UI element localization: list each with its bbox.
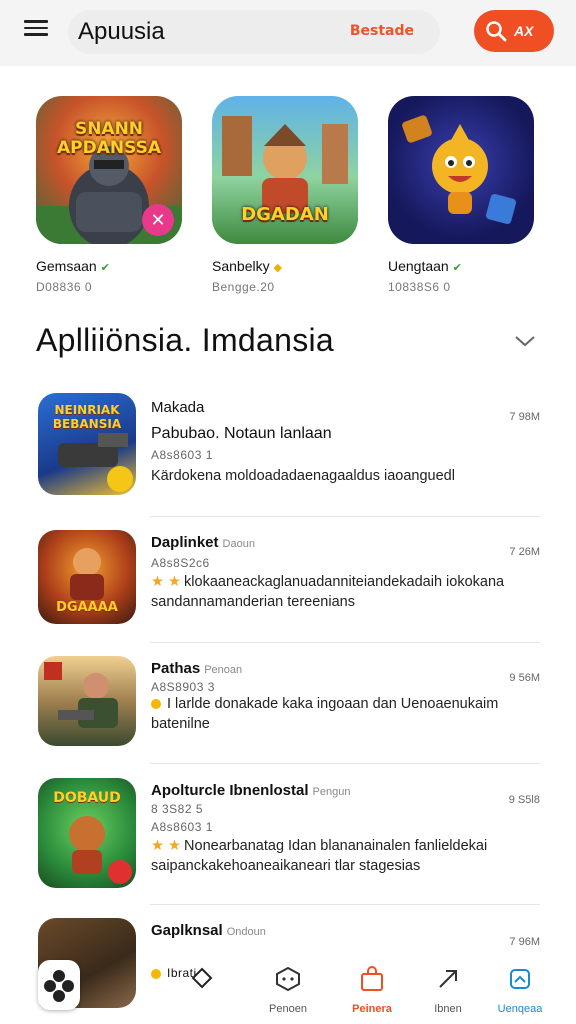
- search-input[interactable]: [78, 18, 338, 46]
- search-bar[interactable]: Bestade: [68, 10, 440, 54]
- app-icon-image: [388, 96, 534, 244]
- nav-item-penoen[interactable]: Penoen: [252, 966, 324, 1015]
- app-meta: A8S8903 3: [151, 680, 215, 694]
- nav-item-ibnen[interactable]: Ibnen: [412, 966, 484, 1015]
- search-icon: [486, 21, 507, 42]
- app-name: Sanbelky ◆: [212, 258, 282, 274]
- app-size: 7 98M: [509, 411, 540, 423]
- app-title: Makada: [151, 399, 205, 416]
- nav-label: Ibnen: [434, 1003, 462, 1015]
- app-description: ★ ★ klokaaneackaglanuadanniteiandekadaih …: [151, 574, 505, 610]
- app-meta: A8s8603 1: [151, 820, 213, 834]
- app-size: 9 56M: [509, 672, 540, 684]
- diamond-icon: [191, 967, 213, 989]
- nav-label: Penoen: [269, 1003, 307, 1015]
- app-size: 7 26M: [509, 546, 540, 558]
- app-meta: 10838S6 0: [388, 280, 451, 294]
- app-icon-image: DGADAN: [212, 96, 358, 244]
- divider: [150, 516, 540, 517]
- app-icon-title-art: DOBAUD: [53, 790, 121, 806]
- app-icon-image: DGAAAA: [38, 530, 136, 624]
- divider: [150, 763, 540, 764]
- bag-icon: [361, 966, 383, 991]
- app-name: Gemsaan ✔: [36, 258, 110, 274]
- app-meta: Bengge.20: [212, 280, 275, 294]
- app-title: Daplinket Daoun: [151, 534, 255, 551]
- app-description: ★ ★ Nonearbanatag Idan blananainalen fanl…: [151, 838, 488, 874]
- nav-item-diamond[interactable]: [166, 966, 238, 1001]
- app-size: 9 S5l8: [508, 794, 540, 806]
- status-dot-icon: [151, 699, 161, 710]
- search-filter-tag[interactable]: Bestade: [350, 23, 414, 39]
- app-meta: D08836 0: [36, 280, 93, 294]
- featured-app-card[interactable]: SNANN APDANSSA ✕ Gemsaan ✔ D08836 0: [36, 96, 186, 294]
- section-title: Aplliiönsia. Imdansia: [36, 322, 335, 358]
- app-description: I larlde donakade kaka ingoaan dan Uenoa…: [151, 696, 499, 732]
- hamburger-menu-icon[interactable]: [24, 18, 58, 46]
- nav-item-peinera[interactable]: Peinera: [336, 966, 408, 1015]
- featured-app-card[interactable]: DGADAN Sanbelky ◆ Bengge.20: [212, 96, 362, 294]
- award-icon: ◆: [273, 262, 282, 274]
- tools-icon: ✕: [142, 204, 174, 236]
- list-item[interactable]: DOBAUD Apolturcle Ibnenlostal Pengun 8 3S…: [0, 778, 576, 892]
- search-button[interactable]: AX: [474, 10, 554, 52]
- app-meta: A8s8S2c6: [151, 556, 210, 570]
- app-icon-image: [38, 656, 136, 746]
- list-item[interactable]: DGAAAA Daplinket Daoun A8s8S2c6 ★ ★ klokaa…: [0, 530, 576, 630]
- list-item[interactable]: Pathas Penoan A8S8903 3 I larlde donakade…: [0, 656, 576, 752]
- bottom-navigation: Penoen Peinera Ibnen Uenqeaa: [0, 952, 576, 1024]
- verified-icon: ✔: [100, 262, 110, 274]
- divider: [150, 642, 540, 643]
- nav-item-uenqeaa[interactable]: Uenqeaa: [484, 966, 556, 1015]
- list-item[interactable]: NEINRIAK BEBANSIA Makada Pabubao. Notaun…: [0, 393, 576, 513]
- app-description: Kärdokena moldoadadaenagaaldus iaoangued…: [151, 468, 455, 484]
- app-title: Pathas Penoan: [151, 660, 243, 677]
- rating-stars: ★ ★: [151, 838, 182, 854]
- search-button-label: AX: [514, 23, 534, 39]
- app-name: Uengtaan ✔: [388, 258, 462, 274]
- nav-label: Peinera: [352, 1003, 392, 1015]
- app-title: Apolturcle Ibnenlostal Pengun: [151, 782, 351, 799]
- store-icon: [510, 969, 530, 989]
- app-size: 7 96M: [509, 936, 540, 948]
- app-subtitle: Pabubao. Notaun lanlaan: [151, 425, 332, 442]
- rating-stars: ★ ★: [151, 574, 182, 590]
- verified-icon: ✔: [452, 262, 462, 274]
- app-icon-image: DOBAUD: [38, 778, 136, 888]
- chevron-down-icon[interactable]: [512, 332, 538, 350]
- app-meta: 8 3S82 5: [151, 802, 204, 816]
- featured-apps: SNANN APDANSSA ✕ Gemsaan ✔ D08836 0 DGAD…: [0, 96, 576, 296]
- app-title: Gaplknsal Ondoun: [151, 922, 266, 939]
- arrow-diagonal-icon: [439, 970, 457, 988]
- app-icon-title-art: NEINRIAK BEBANSIA: [52, 403, 122, 431]
- app-icon-image: SNANN APDANSSA ✕: [36, 96, 182, 244]
- dice-icon: [276, 966, 300, 992]
- app-icon-title-art: DGAAAA: [56, 600, 118, 615]
- app-meta: A8s8603 1: [151, 448, 213, 462]
- app-header: Bestade AX: [0, 0, 576, 66]
- featured-app-card[interactable]: Uengtaan ✔ 10838S6 0: [388, 96, 538, 294]
- divider: [150, 904, 540, 905]
- nav-label: Uenqeaa: [497, 1003, 543, 1015]
- app-icon-image: NEINRIAK BEBANSIA: [38, 393, 136, 495]
- app-icon-title-art: SNANN APDANSSA: [57, 119, 161, 158]
- app-icon-title-art: DGADAN: [241, 204, 329, 225]
